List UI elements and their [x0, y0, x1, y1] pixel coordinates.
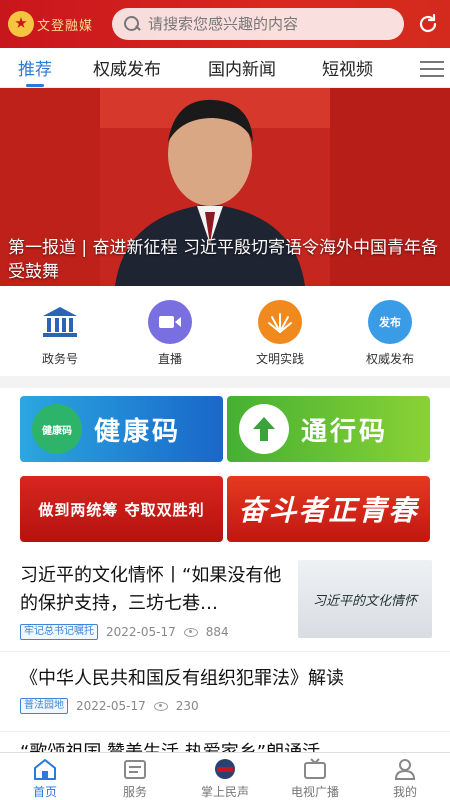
health-code-label: 健康码	[94, 416, 182, 447]
news-tag: 牢记总书记嘱托	[20, 624, 98, 640]
quick-link-live[interactable]: 直播	[130, 300, 210, 367]
tv-icon	[304, 758, 326, 779]
top-bar: 文登融媒	[0, 0, 450, 48]
eye-icon	[183, 627, 198, 637]
news-title: 习近平的文化情怀丨“如果没有他的保护支持，三坊七巷…	[20, 565, 282, 614]
search-bar[interactable]	[112, 8, 404, 40]
quick-link-label: 政务号	[41, 352, 78, 366]
home-icon	[34, 759, 56, 780]
news-item[interactable]: 《中华人民共和国反有组织犯罪法》解读 普法园地 2022-05-17 230	[0, 652, 450, 732]
voice-icon	[215, 759, 235, 779]
pass-code-label: 通行码	[301, 416, 389, 447]
news-item[interactable]: “歌颂祖国 赞美生活 热爱家乡”朗诵活	[0, 732, 450, 752]
refresh-icon[interactable]	[414, 10, 442, 38]
search-icon	[124, 16, 140, 32]
tab-recommend[interactable]: 推荐	[18, 48, 52, 88]
hero-banner[interactable]: 第一报道 | 奋进新征程 习近平殷切寄语令海外中国青年备受鼓舞	[0, 88, 450, 286]
quick-link-gov-account[interactable]: 政务号	[20, 300, 100, 367]
news-views: 884	[205, 625, 229, 639]
banner-caption: 第一报道 | 奋进新征程 习近平殷切寄语令海外中国青年备受鼓舞	[8, 238, 438, 282]
campaign-banner-text: 奋斗者正青春	[238, 494, 419, 527]
news-date: 2022-05-17	[76, 699, 146, 713]
eye-icon	[153, 701, 168, 711]
publish-icon: 发布	[368, 300, 412, 344]
news-title: “歌颂祖国 赞美生活 热爱家乡”朗诵活	[20, 738, 320, 752]
logo-text: 文登融媒	[37, 18, 94, 34]
news-meta: 牢记总书记嘱托 2022-05-17 884	[20, 624, 229, 640]
nav-label: 服务	[122, 785, 147, 799]
tab-domestic-news[interactable]: 国内新闻	[208, 48, 276, 88]
bottom-navigation: 首页 服务 掌上民声 电视广播 我的	[0, 752, 450, 800]
health-code-tile[interactable]: 健康码 健康码	[20, 396, 223, 462]
quick-link-civilization[interactable]: 文明实践	[240, 300, 320, 367]
nav-label: 首页	[32, 785, 57, 799]
nav-voice[interactable]: 掌上民声	[180, 753, 270, 800]
thumbnail-text: 习近平的文化情怀	[312, 593, 417, 609]
search-input[interactable]	[148, 15, 388, 33]
quick-link-official-release[interactable]: 发布 权威发布	[350, 300, 430, 367]
nav-home[interactable]: 首页	[0, 753, 90, 800]
health-code-icon: 健康码	[32, 404, 82, 454]
tab-official-release[interactable]: 权威发布	[93, 48, 161, 88]
nav-label: 掌上民声	[200, 785, 249, 799]
arrow-up-icon	[239, 404, 289, 454]
building-icon	[38, 300, 82, 344]
news-thumbnail: 习近平的文化情怀	[298, 560, 432, 638]
news-date: 2022-05-17	[106, 625, 176, 639]
sunburst-icon	[258, 300, 302, 344]
category-tabs: 推荐 权威发布 国内新闻 短视频	[0, 48, 450, 88]
nav-service[interactable]: 服务	[90, 753, 180, 800]
quick-link-label: 文明实践	[255, 352, 304, 366]
nav-label: 我的	[392, 785, 417, 799]
user-icon	[394, 759, 416, 780]
campaign-banner-dual[interactable]: 做到两统筹 夺取双胜利	[20, 476, 223, 542]
nav-label: 电视广播	[290, 785, 339, 799]
tab-short-video[interactable]: 短视频	[322, 48, 373, 88]
quick-link-label: 直播	[157, 352, 182, 366]
pass-code-tile[interactable]: 通行码	[227, 396, 430, 462]
campaign-banner-text: 做到两统筹 夺取双胜利	[38, 500, 205, 519]
emblem-icon	[8, 11, 34, 37]
quick-links: 政务号 直播 文明实践 发布 权威发布	[0, 286, 450, 376]
nav-tv[interactable]: 电视广播	[270, 753, 360, 800]
news-title: 《中华人民共和国反有组织犯罪法》解读	[20, 668, 344, 689]
nav-profile[interactable]: 我的	[360, 753, 450, 800]
campaign-banner-youth[interactable]: 奋斗者正青春	[227, 476, 430, 542]
news-views: 230	[175, 699, 199, 713]
service-icon	[124, 760, 146, 779]
menu-icon[interactable]	[420, 61, 444, 77]
video-icon	[148, 300, 192, 344]
app-logo[interactable]: 文登融媒	[8, 9, 104, 39]
news-meta: 普法园地 2022-05-17 230	[20, 698, 199, 714]
quick-link-label: 权威发布	[365, 352, 414, 366]
section-divider	[0, 376, 450, 388]
news-item[interactable]: 习近平的文化情怀丨“如果没有他的保护支持，三坊七巷… 牢记总书记嘱托 2022-…	[0, 556, 450, 652]
news-tag: 普法园地	[20, 698, 68, 714]
